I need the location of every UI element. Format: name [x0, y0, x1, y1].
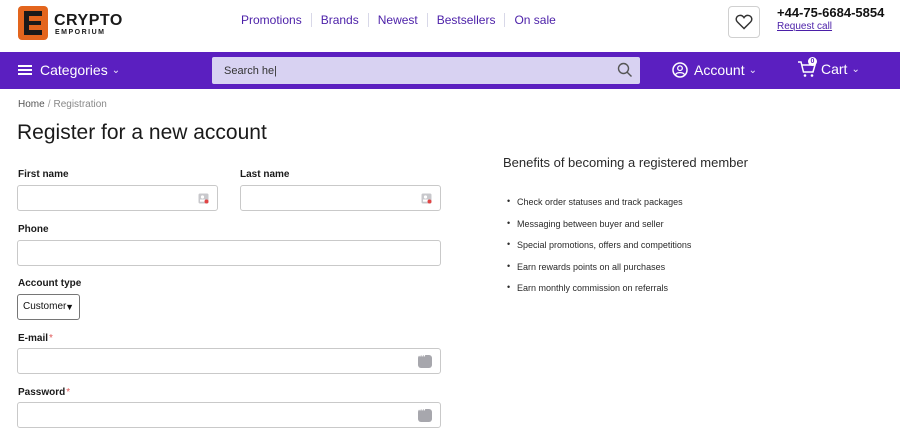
topnav-newest[interactable]: Newest: [367, 13, 427, 27]
list-item: Earn monthly commission on referrals: [507, 282, 691, 305]
main-navbar: Categories ⌄ Account ⌄ 0 Cart ⌄: [0, 52, 900, 89]
categories-label: Categories: [40, 62, 108, 78]
email-label: E-mail*: [18, 333, 53, 344]
contact-card-icon[interactable]: [421, 193, 432, 204]
heart-icon: [735, 14, 753, 30]
phone-label: Phone: [18, 224, 49, 235]
chevron-down-icon: ▼: [65, 302, 74, 312]
top-header: CRYPTO EMPORIUM Promotions Brands Newest…: [0, 0, 900, 52]
cart-label: Cart: [821, 61, 848, 77]
phone-field: [17, 240, 441, 266]
topnav-brands[interactable]: Brands: [310, 13, 368, 27]
user-icon: [672, 62, 688, 78]
cart-count-badge: 0: [808, 57, 817, 66]
search-icon[interactable]: [617, 62, 633, 78]
page-title: Register for a new account: [17, 121, 267, 144]
top-nav: Promotions Brands Newest Bestsellers On …: [233, 13, 565, 27]
contact-card-icon[interactable]: [198, 193, 209, 204]
list-item: Check order statuses and track packages: [507, 196, 691, 219]
brand-tagline: EMPORIUM: [55, 29, 106, 36]
account-type-select[interactable]: Customer ▼: [17, 294, 80, 320]
hamburger-icon: [18, 65, 32, 75]
search-bar: [212, 57, 640, 84]
account-type-label: Account type: [18, 278, 82, 289]
brand-name: CRYPTO: [54, 12, 123, 29]
breadcrumb-home[interactable]: Home: [18, 99, 45, 110]
breadcrumb-separator: /: [47, 99, 51, 110]
account-label: Account: [694, 62, 745, 78]
logo-mark-icon: [18, 6, 48, 40]
required-marker: *: [66, 387, 71, 398]
search-input[interactable]: [212, 57, 612, 84]
wishlist-button[interactable]: [728, 6, 760, 38]
chevron-down-icon: ⌄: [748, 64, 757, 76]
breadcrumb-current: Registration: [53, 99, 107, 110]
request-call-link[interactable]: Request call: [777, 21, 832, 32]
topnav-bestsellers[interactable]: Bestsellers: [426, 13, 505, 27]
account-menu[interactable]: Account ⌄: [672, 62, 757, 78]
cart-menu[interactable]: 0 Cart ⌄: [797, 57, 860, 78]
benefits-list: Check order statuses and track packages …: [507, 196, 691, 305]
phone-input[interactable]: [18, 241, 440, 265]
first-name-field: [17, 185, 218, 211]
list-item: Special promotions, offers and competiti…: [507, 239, 691, 262]
chevron-down-icon: ⌄: [851, 63, 860, 75]
last-name-field: [240, 185, 441, 211]
password-input[interactable]: [18, 403, 440, 427]
chevron-down-icon: ⌄: [111, 64, 121, 76]
topnav-on-sale[interactable]: On sale: [504, 13, 564, 27]
breadcrumb: Home / Registration: [18, 99, 107, 110]
categories-menu[interactable]: Categories ⌄: [18, 62, 120, 78]
topnav-promotions[interactable]: Promotions: [233, 13, 311, 27]
account-type-value: Customer: [23, 301, 67, 312]
password-label: Password*: [18, 387, 70, 398]
contact-phone: +44-75-6684-5854: [777, 5, 885, 20]
list-item: Earn rewards points on all purchases: [507, 261, 691, 284]
password-manager-icon[interactable]: [418, 354, 432, 368]
password-manager-icon[interactable]: [418, 408, 432, 422]
email-field: [17, 348, 441, 374]
first-name-input[interactable]: [18, 186, 217, 210]
last-name-label: Last name: [240, 169, 290, 180]
logo[interactable]: CRYPTO EMPORIUM: [18, 6, 138, 44]
password-label-text: Password: [18, 387, 66, 398]
last-name-input[interactable]: [241, 186, 440, 210]
email-input[interactable]: [18, 349, 440, 373]
benefits-title: Benefits of becoming a registered member: [503, 155, 748, 170]
list-item: Messaging between buyer and seller: [507, 218, 691, 241]
password-field: [17, 402, 441, 428]
required-marker: *: [49, 333, 53, 344]
email-label-text: E-mail: [18, 333, 49, 344]
first-name-label: First name: [18, 169, 69, 180]
